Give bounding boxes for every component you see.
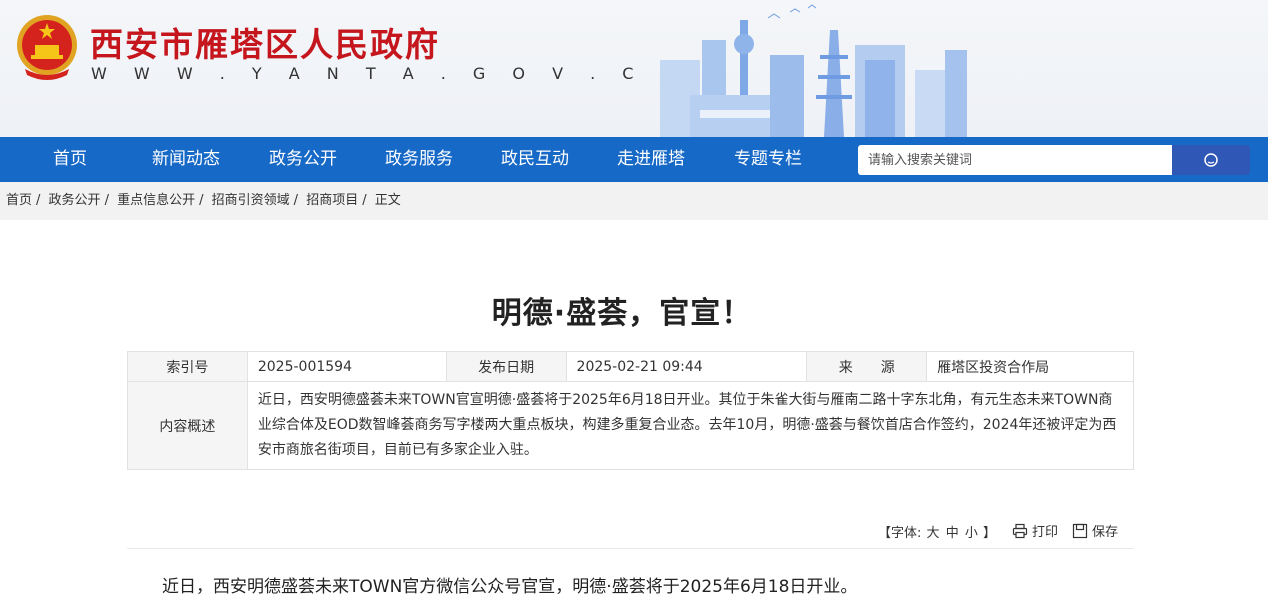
nav-item-gov-services[interactable]: 政务服务 — [375, 137, 463, 182]
breadcrumb-key-info[interactable]: 重点信息公开 — [117, 193, 195, 208]
breadcrumb-gov-affairs[interactable]: 政务公开 — [49, 193, 101, 208]
print-label: 打印 — [1032, 525, 1059, 540]
site-title: 西安市雁塔区人民政府 — [90, 25, 440, 64]
article-first-paragraph: 近日，西安明德盛荟未来TOWN官方微信公众号官宣，明德·盛荟将于2025年6月1… — [162, 577, 858, 597]
save-button[interactable]: 保存 — [1072, 521, 1118, 540]
article-meta-table: 索引号 2025-001594 发布日期 2025-02-21 09:44 来 … — [127, 351, 1135, 470]
search-button[interactable] — [1172, 145, 1250, 175]
print-button[interactable]: 打印 — [1012, 521, 1058, 540]
breadcrumb-projects[interactable]: 招商项目 — [306, 193, 358, 208]
breadcrumb-investment[interactable]: 招商引资领域 — [212, 193, 290, 208]
nav-item-gov-affairs[interactable]: 政务公开 — [259, 137, 347, 182]
search-input[interactable] — [858, 145, 1172, 175]
nav-item-about-yanta[interactable]: 走进雁塔 — [607, 137, 695, 182]
nav-item-special-topics[interactable]: 专题专栏 — [724, 137, 812, 182]
print-icon — [1012, 523, 1028, 539]
skyline-illustration — [660, 4, 967, 137]
source-label: 来 源 — [806, 351, 928, 382]
content-divider — [127, 548, 1134, 549]
source-value: 雁塔区投资合作局 — [926, 351, 1134, 382]
save-label: 保存 — [1092, 525, 1119, 540]
font-size-large[interactable]: 大 — [927, 526, 940, 541]
nav-item-news[interactable]: 新闻动态 — [142, 137, 230, 182]
font-size-small[interactable]: 小 — [965, 526, 978, 541]
site-header: 西安市雁塔区人民政府 W W W . Y A N T A . G O V . C… — [0, 0, 1268, 137]
nav-item-home[interactable]: 首页 — [35, 137, 105, 182]
article-content: 明德·盛荟，官宣！ 索引号 2025-001594 发布日期 2025-02-2… — [0, 220, 1268, 606]
breadcrumb-current: 正文 — [374, 193, 401, 208]
main-nav: 首页 新闻动态 政务公开 政务服务 政民互动 走进雁塔 专题专栏 — [0, 137, 1268, 182]
font-size-medium[interactable]: 中 — [946, 526, 959, 541]
summary-label: 内容概述 — [127, 381, 248, 470]
breadcrumb: 首页 / 政务公开 / 重点信息公开 / 招商引资领域 / 招商项目 / 正文 — [0, 182, 1268, 220]
national-emblem-icon — [17, 15, 77, 80]
date-label: 发布日期 — [445, 351, 567, 382]
breadcrumb-home[interactable]: 首页 — [6, 193, 32, 208]
date-value: 2025-02-21 09:44 — [565, 351, 808, 382]
font-size-tool: 【字体: 大 中 小 】 — [878, 526, 997, 541]
nav-item-interaction[interactable]: 政民互动 — [491, 137, 579, 182]
index-label: 索引号 — [127, 351, 248, 382]
site-url: W W W . Y A N T A . G O V . C N — [91, 64, 684, 83]
save-icon — [1072, 523, 1088, 539]
summary-value: 近日，西安明德盛荟未来TOWN官宣明德·盛荟将于2025年6月18日开业。其位于… — [246, 381, 1135, 470]
search-icon — [1204, 153, 1218, 167]
page-title: 明德·盛荟，官宣！ — [491, 296, 753, 331]
index-value: 2025-001594 — [246, 351, 447, 382]
